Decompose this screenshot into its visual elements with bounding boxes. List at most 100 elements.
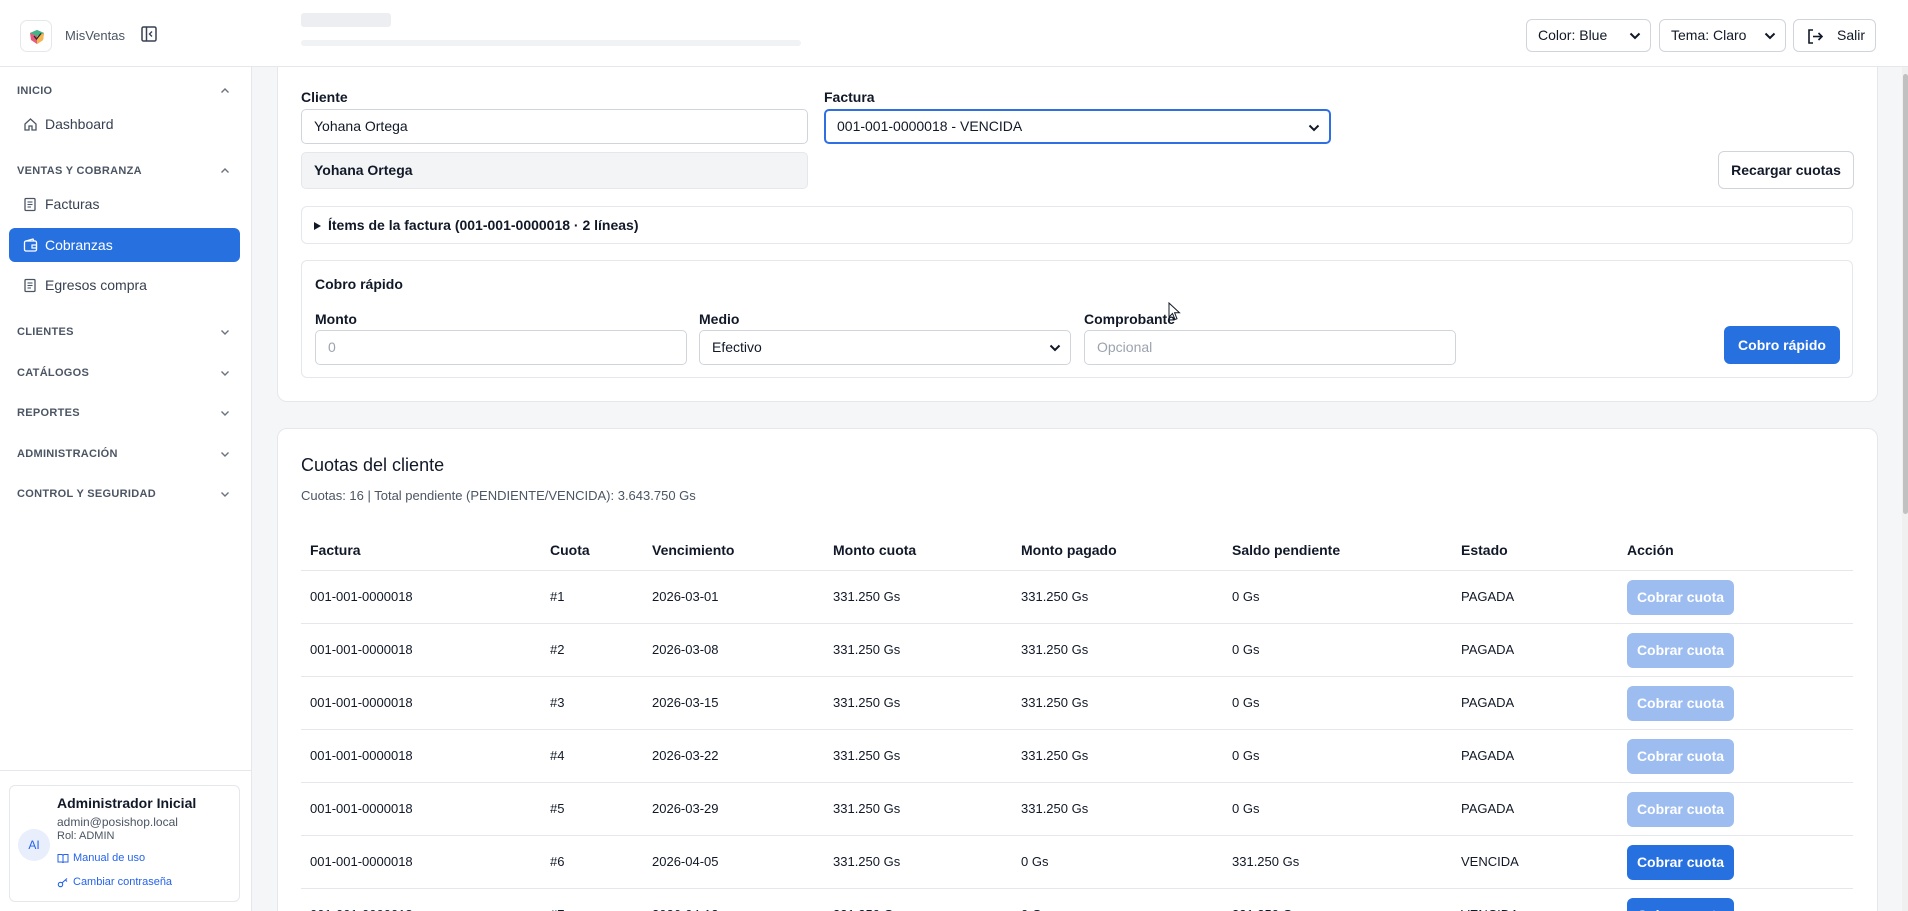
cell-estado: PAGADA	[1461, 748, 1515, 763]
selected-client-name: Yohana Ortega	[314, 162, 413, 178]
cell-vencimiento: 2026-04-12	[652, 907, 719, 911]
avatar: AI	[18, 829, 50, 861]
column-header-saldo-pendiente[interactable]: Saldo pendiente	[1232, 542, 1340, 558]
column-header-monto-cuota[interactable]: Monto cuota	[833, 542, 916, 558]
quick-pay-button[interactable]: Cobro rápido	[1724, 326, 1840, 364]
comprobante-placeholder: Opcional	[1097, 339, 1153, 355]
chevron-down-icon[interactable]	[220, 491, 230, 498]
sidebar-section-inicio[interactable]: INICIO	[17, 85, 52, 97]
user-name: Administrador Inicial	[57, 795, 197, 811]
cell-monto-cuota: 331.250 Gs	[833, 589, 901, 604]
cobrar-cuota-button[interactable]: Cobrar cuota	[1627, 845, 1734, 880]
cliente-input-value: Yohana Ortega	[314, 118, 408, 134]
cell-saldo-pendiente: 331.250 Gs	[1232, 854, 1300, 869]
column-header-monto-pagado[interactable]: Monto pagado	[1021, 542, 1117, 558]
table-row: 001-001-0000018 #2 2026-03-08 331.250 Gs 331…	[301, 623, 1853, 676]
sidebar-item-label: Cobranzas	[45, 237, 113, 253]
chevron-down-icon[interactable]	[220, 410, 230, 417]
factura-select[interactable]: 001-001-0000018 - VENCIDA	[824, 109, 1331, 144]
cobrar-cuota-button[interactable]: Cobrar cuota	[1627, 580, 1734, 615]
sidebar-item-facturas[interactable]: Facturas	[9, 187, 240, 221]
table-row: 001-001-0000018 #4 2026-03-22 331.250 Gs 331…	[301, 729, 1853, 782]
medio-select-value: Efectivo	[712, 339, 762, 355]
column-header-cuota[interactable]: Cuota	[550, 542, 590, 558]
chevron-down-icon[interactable]	[220, 451, 230, 458]
header-subtitle-placeholder	[301, 40, 801, 46]
cell-monto-cuota: 331.250 Gs	[833, 642, 901, 657]
logout-button[interactable]: Salir	[1793, 19, 1876, 52]
sidebar-section-reportes[interactable]: REPORTES	[17, 407, 80, 419]
sidebar-section-administracion[interactable]: ADMINISTRACIÓN	[17, 448, 118, 460]
cell-monto-pagado: 0 Gs	[1021, 907, 1048, 911]
cell-monto-cuota: 331.250 Gs	[833, 907, 900, 911]
key-icon	[57, 878, 68, 888]
change-password-label: Cambiar contraseña	[73, 876, 173, 888]
sidebar-item-label: Egresos compra	[45, 277, 147, 293]
table-row: 001-001-0000018 #3 2026-03-15 331.250 Gs 331…	[301, 676, 1853, 729]
sidebar-section-control-seguridad[interactable]: CONTROL Y SEGURIDAD	[17, 488, 156, 500]
chevron-down-icon[interactable]	[220, 329, 230, 336]
chevron-up-icon[interactable]	[220, 167, 230, 174]
page-scrollbar-thumb[interactable]	[1903, 74, 1908, 514]
user-email: admin@posishop.local	[57, 815, 178, 829]
cell-saldo-pendiente: 0 Gs	[1232, 642, 1260, 657]
table-row: 001-001-0000018 #1 2026-03-01 331.250 Gs 331…	[301, 570, 1853, 623]
cell-monto-pagado: 331.250 Gs	[1021, 695, 1089, 710]
theme-select[interactable]: Tema: Claro	[1659, 19, 1786, 52]
color-select[interactable]: Color: Blue	[1526, 19, 1651, 52]
chevron-down-icon	[1764, 32, 1776, 40]
sidebar-item-dashboard[interactable]: Dashboard	[9, 107, 240, 141]
column-header-factura[interactable]: Factura	[310, 542, 361, 558]
reload-installments-button[interactable]: Recargar cuotas	[1718, 151, 1854, 189]
app-logo[interactable]	[20, 20, 52, 52]
cell-estado: PAGADA	[1461, 695, 1515, 710]
invoice-items-toggle[interactable]: Ítems de la factura (001-001-0000018 · 2…	[301, 206, 1853, 244]
table-row: 001-001-0000018 #5 2026-03-29 331.250 Gs 331…	[301, 782, 1853, 835]
chevron-up-icon[interactable]	[220, 87, 230, 94]
medio-select[interactable]: Efectivo	[699, 330, 1071, 365]
logout-label: Salir	[1837, 27, 1866, 43]
selected-client-display: Yohana Ortega	[301, 152, 808, 189]
monto-input[interactable]: 0	[315, 330, 687, 365]
cobrar-cuota-button[interactable]: Cobrar cuota	[1627, 739, 1734, 774]
cell-saldo-pendiente: 0 Gs	[1232, 801, 1260, 816]
cell-factura: 001-001-0000018	[310, 801, 413, 816]
cobrar-cuota-button[interactable]: Cobrar cuota	[1627, 633, 1734, 668]
sidebar-section-clientes[interactable]: CLIENTES	[17, 326, 74, 338]
cobrar-cuota-button[interactable]: Cobrar cuota	[1627, 792, 1734, 827]
sidebar-item-label: Facturas	[45, 196, 100, 212]
sidebar: INICIO Dashboard VENTAS Y COBRANZA Factu…	[0, 67, 252, 911]
column-header-accion: Acción	[1627, 542, 1674, 558]
cliente-label: Cliente	[301, 89, 348, 105]
cell-estado: PAGADA	[1461, 801, 1515, 816]
cell-monto-pagado: 0 Gs	[1021, 854, 1049, 869]
document-icon	[24, 197, 36, 212]
cell-saldo-pendiente: 0 Gs	[1232, 695, 1260, 710]
cell-vencimiento: 2026-03-29	[652, 801, 719, 816]
chevron-down-icon[interactable]	[220, 370, 230, 377]
app-name: MisVentas	[65, 28, 125, 43]
sidebar-item-cobranzas[interactable]: Cobranzas	[9, 228, 240, 262]
cell-estado: PAGADA	[1461, 589, 1515, 604]
installments-summary: Cuotas: 16 | Total pendiente (PENDIENTE/…	[301, 488, 696, 503]
user-role: Rol: ADMIN	[57, 830, 115, 842]
cell-factura: 001-001-0000018	[310, 589, 413, 604]
cobrar-cuota-button[interactable]: Cobrar cuota	[1627, 686, 1734, 721]
cell-cuota: #5	[550, 801, 565, 816]
medio-label: Medio	[699, 311, 740, 327]
logout-icon	[1808, 29, 1824, 44]
column-header-estado[interactable]: Estado	[1461, 542, 1508, 558]
cliente-input[interactable]: Yohana Ortega	[301, 109, 808, 144]
sidebar-section-catalogos[interactable]: CATÁLOGOS	[17, 367, 89, 379]
sidebar-section-ventas[interactable]: VENTAS Y COBRANZA	[17, 165, 142, 177]
monto-label: Monto	[315, 311, 357, 327]
cobrar-cuota-button[interactable]: Cobrar cuota	[1627, 898, 1734, 911]
theme-select-value: Tema: Claro	[1671, 27, 1747, 43]
cell-monto-cuota: 331.250 Gs	[833, 801, 901, 816]
comprobante-input[interactable]: Opcional	[1084, 330, 1456, 365]
color-select-value: Color: Blue	[1538, 27, 1608, 43]
sidebar-item-egresos-compra[interactable]: Egresos compra	[9, 268, 240, 302]
mouse-cursor-icon	[1168, 302, 1181, 321]
sidebar-toggle-button[interactable]	[140, 25, 158, 43]
column-header-vencimiento[interactable]: Vencimiento	[652, 542, 734, 558]
